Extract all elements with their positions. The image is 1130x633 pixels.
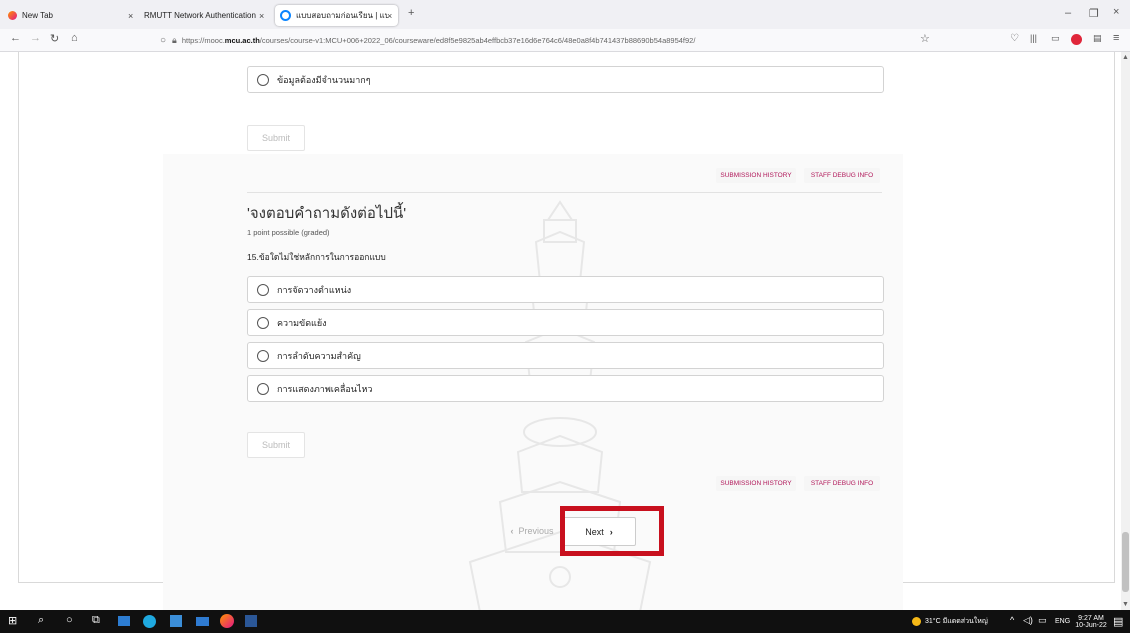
search-icon[interactable]: ⌕: [38, 614, 44, 627]
answer-option[interactable]: การจัดวางตำแหน่ง: [247, 276, 884, 303]
weather-widget[interactable]: 31°C มีแดดส่วนใหญ่: [912, 610, 988, 633]
windows-start-icon[interactable]: ⊞: [8, 614, 17, 627]
answer-option[interactable]: ข้อมูลต้องมีจำนวนมากๆ: [247, 66, 884, 93]
tab-title: RMUTT Network Authentication: [144, 11, 256, 20]
weather-sun-icon: [912, 617, 921, 626]
volume-icon[interactable]: ◁): [1023, 615, 1033, 626]
sidebar-icon[interactable]: ▭: [1051, 33, 1060, 44]
page-scrollbar[interactable]: ▲ ▼: [1121, 52, 1130, 610]
highlight-box: [560, 506, 664, 556]
new-tab-button[interactable]: +: [408, 7, 414, 19]
close-window-button[interactable]: ×: [1113, 6, 1119, 18]
pocket-icon[interactable]: ♡: [1010, 33, 1019, 44]
option-label: การแสดงภาพเคลื่อนไหว: [277, 383, 373, 394]
close-tab-icon[interactable]: ×: [387, 11, 392, 21]
question-text: 15.ข้อใดไม่ใช่หลักการในการออกแบบ: [247, 252, 386, 262]
clock-date: 10-Jun-22: [1075, 621, 1107, 629]
browser-tab-strip: New Tab × RMUTT Network Authentication ×…: [0, 0, 1130, 30]
bookmark-star-icon[interactable]: ☆: [920, 32, 930, 45]
network-icon[interactable]: ▭: [1038, 615, 1047, 626]
submit-button[interactable]: Submit: [247, 432, 305, 458]
shield-icon: ○: [160, 34, 167, 46]
radio-button[interactable]: [257, 349, 269, 362]
option-label: ความขัดแย้ง: [277, 317, 327, 328]
forward-icon[interactable]: →: [30, 32, 41, 44]
tab-title: แบบสอบถามก่อนเรียน | แบบทดส: [296, 11, 388, 20]
edge-icon[interactable]: [143, 615, 156, 628]
scrollbar-thumb[interactable]: [1122, 532, 1129, 592]
close-tab-icon[interactable]: ×: [259, 11, 264, 21]
address-bar[interactable]: ○ 🔒︎ https://mooc. mcu.ac.th/courses/cour…: [160, 31, 950, 49]
mail-icon[interactable]: [196, 617, 209, 626]
restore-button[interactable]: ❐: [1089, 7, 1099, 20]
lock-icon: 🔒︎: [172, 34, 177, 45]
option-label: ข้อมูลต้องมีจำนวนมากๆ: [277, 74, 371, 85]
answer-option[interactable]: ความขัดแย้ง: [247, 309, 884, 336]
notifications-icon[interactable]: ▤: [1113, 615, 1123, 628]
answer-option[interactable]: การลำดับความสำคัญ: [247, 342, 884, 369]
adblock-icon[interactable]: [1071, 34, 1082, 45]
answer-option[interactable]: การแสดงภาพเคลื่อนไหว: [247, 375, 884, 402]
cortana-icon[interactable]: ○: [66, 614, 73, 626]
previous-button[interactable]: ‹ Previous: [503, 517, 561, 544]
task-view-icon[interactable]: ⧉: [92, 614, 100, 627]
divider: [247, 192, 882, 193]
windows-taskbar: ⊞ ⌕ ○ ⧉ 31°C มีแดดส่วนใหญ่ ^ ◁) ▭ ENG 9:…: [0, 610, 1130, 633]
chevron-left-icon: ‹: [510, 525, 514, 536]
close-tab-icon[interactable]: ×: [128, 11, 133, 21]
tab-active-course[interactable]: แบบสอบถามก่อนเรียน | แบบทดส ×: [275, 5, 398, 26]
show-hidden-icons-icon[interactable]: ^: [1010, 615, 1014, 625]
url-prefix: https://mooc.: [181, 35, 225, 45]
reload-icon[interactable]: ↻: [50, 32, 59, 45]
store-icon[interactable]: [170, 615, 182, 627]
staff-debug-info-button[interactable]: STAFF DEBUG INFO: [804, 476, 880, 491]
scroll-down-icon[interactable]: ▼: [1122, 601, 1129, 608]
submission-history-button[interactable]: SUBMISSION HISTORY: [716, 168, 796, 183]
url-path: /courses/course-v1:MCU+006+2022_06/cours…: [259, 35, 696, 45]
browser-navigation-bar: ← → ↻ ⌂ ○ 🔒︎ https://mooc. mcu.ac.th/cour…: [0, 29, 1130, 52]
radio-button[interactable]: [257, 316, 269, 329]
staff-debug-info-button[interactable]: STAFF DEBUG INFO: [804, 168, 880, 183]
previous-label: Previous: [518, 525, 554, 536]
clock[interactable]: 9:27 AM 10-Jun-22: [1074, 610, 1108, 633]
firefox-taskbar-icon[interactable]: [220, 614, 234, 628]
url-domain: mcu.ac.th: [224, 35, 260, 45]
submit-button[interactable]: Submit: [247, 125, 305, 151]
radio-button[interactable]: [257, 382, 269, 395]
file-explorer-icon[interactable]: [118, 616, 130, 626]
option-label: การลำดับความสำคัญ: [277, 350, 361, 361]
language-indicator[interactable]: ENG: [1055, 610, 1070, 633]
radio-button[interactable]: [257, 73, 269, 86]
tab-rmutt[interactable]: RMUTT Network Authentication ×: [140, 5, 270, 26]
tab-new-tab[interactable]: New Tab ×: [4, 5, 134, 26]
extension-icon[interactable]: ▤: [1093, 33, 1102, 44]
firefox-icon: [8, 11, 17, 20]
loading-icon: [280, 10, 291, 21]
option-label: การจัดวางตำแหน่ง: [277, 284, 352, 295]
library-icon[interactable]: |||: [1030, 33, 1037, 43]
word-icon[interactable]: [245, 615, 257, 627]
back-icon[interactable]: ←: [10, 32, 21, 44]
radio-button[interactable]: [257, 283, 269, 296]
weather-text: 31°C มีแดดส่วนใหญ่: [925, 618, 988, 625]
points-possible: 1 point possible (graded): [247, 228, 330, 237]
tab-title: New Tab: [22, 11, 53, 20]
clock-time: 9:27 AM: [1078, 614, 1104, 622]
home-icon[interactable]: ⌂: [71, 32, 78, 44]
submission-history-button[interactable]: SUBMISSION HISTORY: [716, 476, 796, 491]
menu-icon[interactable]: ≡: [1113, 32, 1119, 44]
course-page: ข้อมูลต้องมีจำนวนมากๆ Submit SUBMISSION …: [0, 52, 1130, 610]
minimize-button[interactable]: –: [1065, 7, 1071, 19]
problem-heading: 'จงตอบคำถามดังต่อไปนี้': [247, 205, 407, 222]
scroll-up-icon[interactable]: ▲: [1122, 54, 1129, 61]
